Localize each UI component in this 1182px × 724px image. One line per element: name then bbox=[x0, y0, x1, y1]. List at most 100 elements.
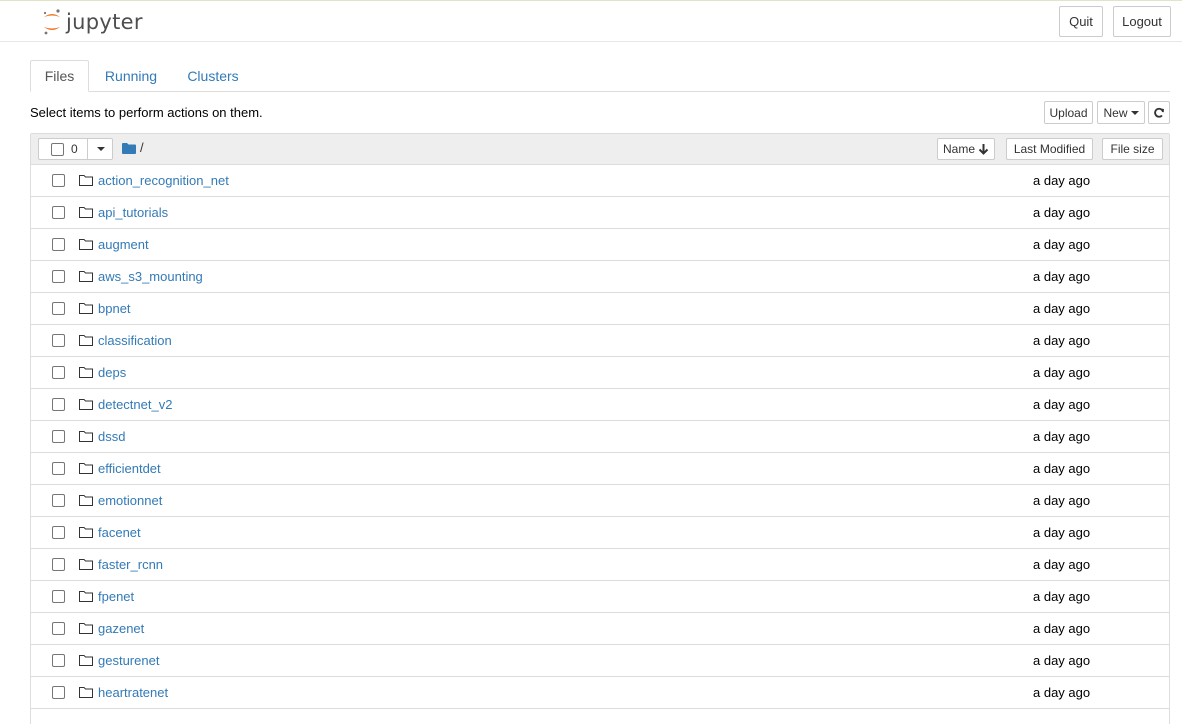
file-name-link[interactable]: aws_s3_mounting bbox=[98, 269, 203, 284]
list-item[interactable]: gazenet a day ago bbox=[31, 613, 1169, 645]
list-item[interactable]: fpenet a day ago bbox=[31, 581, 1169, 613]
sort-last-modified-button[interactable]: Last Modified bbox=[1006, 138, 1093, 160]
last-modified: a day ago bbox=[1033, 429, 1091, 444]
file-name-link[interactable]: api_tutorials bbox=[98, 205, 168, 220]
folder-icon bbox=[79, 239, 93, 250]
row-checkbox[interactable] bbox=[52, 334, 65, 347]
list-item[interactable]: classification a day ago bbox=[31, 325, 1169, 357]
list-item[interactable]: efficientdet a day ago bbox=[31, 453, 1169, 485]
row-checkbox[interactable] bbox=[52, 238, 65, 251]
file-list-header: 0 / Name Last Modified File size bbox=[31, 134, 1169, 165]
folder-icon bbox=[79, 559, 93, 570]
new-button[interactable]: New bbox=[1097, 101, 1145, 124]
file-name-link[interactable]: detectnet_v2 bbox=[98, 397, 172, 412]
row-checkbox[interactable] bbox=[52, 526, 65, 539]
file-name-link[interactable]: fpenet bbox=[98, 589, 134, 604]
list-item[interactable]: action_recognition_net a day ago bbox=[31, 165, 1169, 197]
refresh-icon bbox=[1154, 107, 1164, 118]
last-modified: a day ago bbox=[1033, 621, 1091, 636]
row-checkbox[interactable] bbox=[52, 558, 65, 571]
row-checkbox[interactable] bbox=[52, 590, 65, 603]
arrow-down-icon bbox=[978, 144, 989, 155]
file-name-link[interactable]: action_recognition_net bbox=[98, 173, 229, 188]
select-items-message: Select items to perform actions on them. bbox=[30, 105, 263, 120]
row-checkbox[interactable] bbox=[52, 686, 65, 699]
list-item[interactable]: facenet a day ago bbox=[31, 517, 1169, 549]
folder-icon bbox=[79, 271, 93, 282]
row-checkbox[interactable] bbox=[52, 494, 65, 507]
last-modified: a day ago bbox=[1033, 653, 1091, 668]
last-modified: a day ago bbox=[1033, 557, 1091, 572]
list-item[interactable]: api_tutorials a day ago bbox=[31, 197, 1169, 229]
list-item[interactable]: heartratenet a day ago bbox=[31, 677, 1169, 709]
list-item[interactable]: dssd a day ago bbox=[31, 421, 1169, 453]
file-name-link[interactable]: classification bbox=[98, 333, 172, 348]
row-checkbox[interactable] bbox=[52, 366, 65, 379]
folder-icon bbox=[79, 335, 93, 346]
breadcrumb: / bbox=[122, 141, 144, 155]
logo-text: jupyter bbox=[66, 10, 143, 34]
last-modified: a day ago bbox=[1033, 461, 1091, 476]
tab-running[interactable]: Running bbox=[94, 60, 168, 92]
folder-icon bbox=[79, 207, 93, 218]
quit-button[interactable]: Quit bbox=[1059, 6, 1103, 37]
refresh-button[interactable] bbox=[1148, 101, 1170, 124]
new-button-label: New bbox=[1103, 105, 1128, 120]
file-rows: action_recognition_net a day ago api_tut… bbox=[31, 165, 1169, 709]
file-name-link[interactable]: efficientdet bbox=[98, 461, 161, 476]
upload-button[interactable]: Upload bbox=[1044, 101, 1093, 124]
last-modified: a day ago bbox=[1033, 397, 1091, 412]
file-name-link[interactable]: faster_rcnn bbox=[98, 557, 163, 572]
file-name-link[interactable]: dssd bbox=[98, 429, 125, 444]
list-item[interactable]: emotionnet a day ago bbox=[31, 485, 1169, 517]
row-checkbox[interactable] bbox=[52, 462, 65, 475]
folder-icon bbox=[79, 623, 93, 634]
row-checkbox[interactable] bbox=[52, 270, 65, 283]
row-checkbox[interactable] bbox=[52, 206, 65, 219]
file-name-link[interactable]: emotionnet bbox=[98, 493, 162, 508]
folder-icon bbox=[79, 367, 93, 378]
last-modified: a day ago bbox=[1033, 685, 1091, 700]
file-name-link[interactable]: gazenet bbox=[98, 621, 144, 636]
jupyter-logo[interactable]: jupyter bbox=[41, 7, 143, 37]
folder-icon bbox=[79, 687, 93, 698]
sort-name-button[interactable]: Name bbox=[937, 138, 995, 160]
list-item[interactable]: augment a day ago bbox=[31, 229, 1169, 261]
last-modified: a day ago bbox=[1033, 525, 1091, 540]
row-checkbox[interactable] bbox=[52, 622, 65, 635]
folder-icon bbox=[79, 431, 93, 442]
row-checkbox[interactable] bbox=[52, 430, 65, 443]
row-checkbox[interactable] bbox=[52, 302, 65, 315]
file-name-link[interactable]: heartratenet bbox=[98, 685, 168, 700]
breadcrumb-root[interactable]: / bbox=[140, 141, 144, 155]
last-modified: a day ago bbox=[1033, 301, 1091, 316]
list-item[interactable]: bpnet a day ago bbox=[31, 293, 1169, 325]
select-all-checkbox[interactable] bbox=[51, 143, 64, 156]
tab-files[interactable]: Files bbox=[30, 60, 89, 92]
folder-icon bbox=[79, 495, 93, 506]
row-checkbox[interactable] bbox=[52, 654, 65, 667]
file-name-link[interactable]: deps bbox=[98, 365, 126, 380]
file-name-link[interactable]: augment bbox=[98, 237, 149, 252]
list-item[interactable]: gesturenet a day ago bbox=[31, 645, 1169, 677]
row-checkbox[interactable] bbox=[52, 398, 65, 411]
last-modified: a day ago bbox=[1033, 205, 1091, 220]
header: jupyter Quit Logout bbox=[0, 0, 1182, 42]
tab-clusters[interactable]: Clusters bbox=[178, 60, 248, 92]
file-name-link[interactable]: facenet bbox=[98, 525, 141, 540]
sort-file-size-button[interactable]: File size bbox=[1102, 138, 1163, 160]
select-dropdown-button[interactable] bbox=[87, 139, 113, 159]
file-name-link[interactable]: gesturenet bbox=[98, 653, 159, 668]
list-item[interactable]: deps a day ago bbox=[31, 357, 1169, 389]
last-modified: a day ago bbox=[1033, 269, 1091, 284]
folder-icon bbox=[79, 399, 93, 410]
tab-bar: Files Running Clusters bbox=[30, 60, 1170, 92]
list-item[interactable]: faster_rcnn a day ago bbox=[31, 549, 1169, 581]
last-modified: a day ago bbox=[1033, 173, 1091, 188]
list-item[interactable]: detectnet_v2 a day ago bbox=[31, 389, 1169, 421]
logout-button[interactable]: Logout bbox=[1113, 6, 1171, 37]
folder-icon[interactable] bbox=[122, 142, 136, 154]
row-checkbox[interactable] bbox=[52, 174, 65, 187]
list-item[interactable]: aws_s3_mounting a day ago bbox=[31, 261, 1169, 293]
file-name-link[interactable]: bpnet bbox=[98, 301, 131, 316]
